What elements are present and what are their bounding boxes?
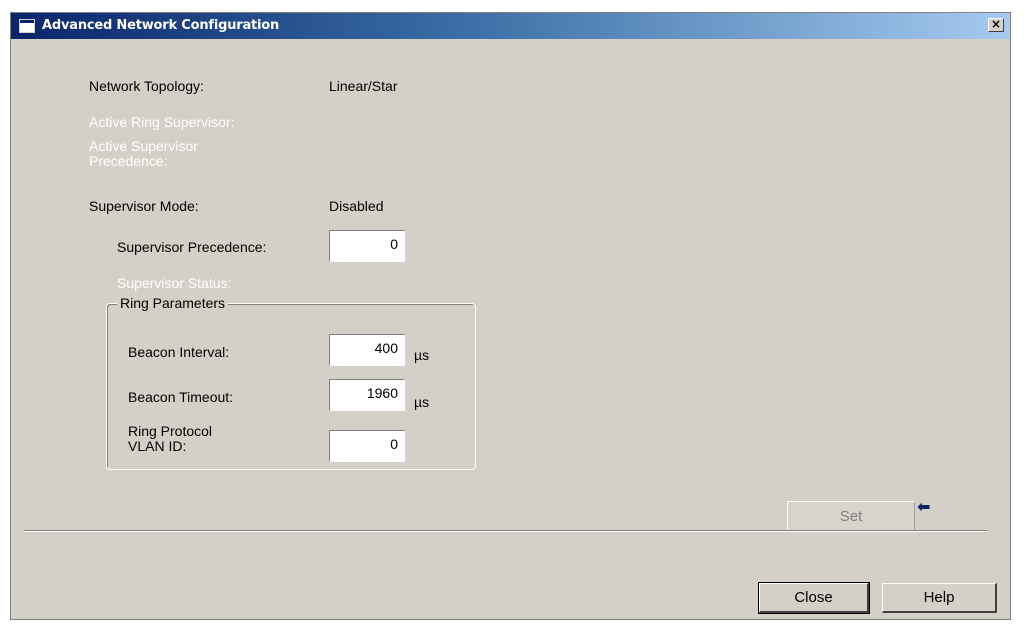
left-arrow-icon: ⬅ — [917, 499, 931, 516]
close-icon[interactable]: × — [988, 18, 1004, 32]
vlan-id-input[interactable]: 0 — [329, 430, 405, 462]
network-topology-label: Network Topology: — [89, 78, 204, 94]
active-ring-supervisor-label: Active Ring Supervisor: — [89, 114, 235, 130]
supervisor-mode-label: Supervisor Mode: — [89, 198, 199, 214]
active-supervisor-precedence-label: Active Supervisor Precedence: — [89, 138, 198, 169]
set-button[interactable]: Set — [787, 501, 915, 531]
ring-parameters-title: Ring Parameters — [117, 295, 229, 311]
supervisor-precedence-label: Supervisor Precedence: — [117, 239, 267, 255]
window-title: Advanced Network Configuration — [42, 18, 280, 33]
supervisor-status-label: Supervisor Status: — [117, 275, 232, 291]
beacon-interval-input[interactable]: 400 — [329, 334, 405, 366]
close-button[interactable]: Close — [758, 582, 870, 614]
beacon-timeout-unit: µs — [414, 394, 430, 410]
window-icon — [19, 19, 35, 33]
title-bar: Advanced Network Configuration × — [11, 13, 1010, 39]
beacon-interval-label: Beacon Interval: — [128, 344, 230, 360]
help-button[interactable]: Help — [882, 583, 997, 613]
network-topology-value: Linear/Star — [329, 78, 398, 94]
beacon-timeout-input[interactable]: 1960 — [329, 379, 405, 411]
separator — [24, 530, 987, 532]
vlan-id-label: Ring Protocol VLAN ID: — [128, 423, 213, 454]
supervisor-mode-value: Disabled — [329, 198, 384, 214]
supervisor-precedence-input[interactable]: 0 — [329, 230, 405, 262]
beacon-timeout-label: Beacon Timeout: — [128, 389, 234, 405]
beacon-interval-unit: µs — [414, 347, 430, 363]
